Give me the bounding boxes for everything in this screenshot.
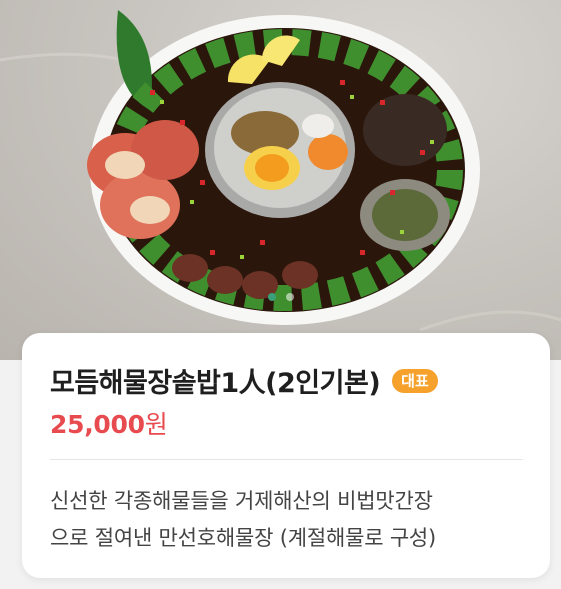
price-unit: 원	[144, 410, 168, 439]
menu-title: 모듬해물장솥밥1人(2인기본)	[50, 368, 381, 399]
description-line-1: 신선한 각종해물들을 거제해산의 비법맛간장	[50, 489, 433, 513]
menu-description: 신선한 각종해물들을 거제해산의 비법맛간장 으로 절여낸 만선호해물장 (계절…	[50, 483, 530, 557]
divider	[50, 459, 523, 460]
carousel-dot-1[interactable]	[267, 293, 276, 301]
menu-price: 25,000원	[50, 405, 168, 441]
menu-info-card: 모듬해물장솥밥1人(2인기본) 대표 25,000원 신선한 각종해물들을 거제…	[22, 333, 550, 578]
description-line-2: 으로 절여낸 만선호해물장 (계절해물로 구성)	[50, 526, 437, 550]
signature-badge: 대표	[392, 368, 438, 393]
carousel-dot-2[interactable]	[285, 293, 294, 301]
title-row: 모듬해물장솥밥1人(2인기본) 대표	[50, 361, 438, 400]
carousel-indicator	[0, 293, 561, 301]
hero-image[interactable]	[0, 0, 561, 360]
seafood-platter-illustration	[0, 10, 561, 332]
price-number: 25,000	[50, 410, 145, 439]
